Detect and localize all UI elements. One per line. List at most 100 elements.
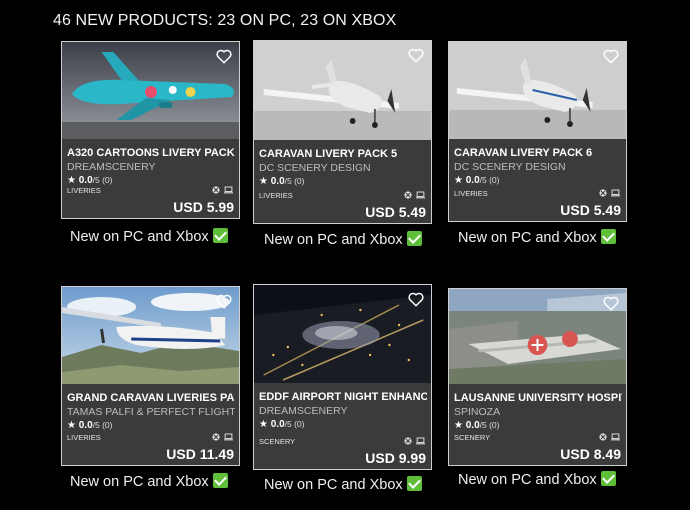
rating-value: 0.0 <box>465 420 480 431</box>
new-on-pc-xbox-caption: New on PC and Xbox <box>264 476 422 493</box>
new-on-pc-xbox-caption: New on PC and Xbox <box>70 228 228 245</box>
rating-max: /5 (0) <box>284 419 305 429</box>
pc-icon <box>416 437 425 445</box>
xbox-icon <box>599 433 607 441</box>
wishlist-heart-icon[interactable] <box>602 294 620 312</box>
check-icon <box>212 473 228 488</box>
rating-max: /5 (0) <box>92 175 113 185</box>
product-title: A320 CARTOONS LIVERY PACK <box>67 147 235 159</box>
product-category: SCENERY <box>259 437 296 446</box>
product-creator: DC SCENERY DESIGN <box>454 161 566 173</box>
check-icon <box>600 229 616 244</box>
product-creator: TAMAS PALFI & PERFECT FLIGHT <box>67 406 235 418</box>
new-on-pc-xbox-caption: New on PC and Xbox <box>264 231 422 248</box>
xbox-icon <box>404 437 412 445</box>
check-icon <box>212 228 228 243</box>
xbox-icon <box>599 189 607 197</box>
product-thumbnail <box>62 42 239 141</box>
product-info: GRAND CARAVAN LIVERIES PACK TAMAS PALFI … <box>62 384 239 465</box>
rating-value: 0.0 <box>270 419 285 430</box>
star-icon: ★ <box>67 420 76 431</box>
product-title: CARAVAN LIVERY PACK 6 <box>454 147 593 159</box>
product-card[interactable]: CARAVAN LIVERY PACK 5 DC SCENERY DESIGN … <box>253 40 432 224</box>
product-info: EDDF AIRPORT NIGHT ENHANCED DREAMSCENERY… <box>254 383 431 469</box>
star-icon: ★ <box>259 419 268 430</box>
caption-text: New on PC and Xbox <box>458 230 597 246</box>
product-title: GRAND CARAVAN LIVERIES PACK <box>67 392 235 404</box>
product-price: USD 11.49 <box>166 446 234 462</box>
rating-max: /5 (0) <box>92 420 113 430</box>
product-card[interactable]: A320 CARTOONS LIVERY PACK DREAMSCENERY ★… <box>61 41 240 219</box>
pc-icon <box>224 186 233 194</box>
product-title: EDDF AIRPORT NIGHT ENHANCED <box>259 391 427 403</box>
rating-max: /5 (0) <box>284 176 305 186</box>
product-category: LIVERIES <box>259 191 293 200</box>
wishlist-heart-icon[interactable] <box>407 290 425 308</box>
wishlist-heart-icon[interactable] <box>407 46 425 64</box>
pc-icon <box>611 189 620 197</box>
product-card[interactable]: GRAND CARAVAN LIVERIES PACK TAMAS PALFI … <box>61 286 240 466</box>
pc-icon <box>611 433 620 441</box>
product-creator: SPINOZA <box>454 406 501 418</box>
product-rating: ★ 0.0/5 (0) <box>259 176 305 187</box>
check-icon <box>406 231 422 246</box>
xbox-icon <box>404 191 412 199</box>
product-title: CARAVAN LIVERY PACK 5 <box>259 148 398 160</box>
new-on-pc-xbox-caption: New on PC and Xbox <box>458 471 616 488</box>
wishlist-heart-icon[interactable] <box>602 47 620 65</box>
platform-icons <box>599 433 620 441</box>
star-icon: ★ <box>454 175 463 186</box>
xbox-icon <box>212 433 220 441</box>
rating-value: 0.0 <box>465 175 480 186</box>
product-card[interactable]: CARAVAN LIVERY PACK 6 DC SCENERY DESIGN … <box>448 41 627 222</box>
product-info: CARAVAN LIVERY PACK 5 DC SCENERY DESIGN … <box>254 140 431 223</box>
wishlist-heart-icon[interactable] <box>215 292 233 310</box>
product-creator: DREAMSCENERY <box>259 405 348 417</box>
page-title: 46 NEW PRODUCTS: 23 ON PC, 23 ON XBOX <box>53 12 397 29</box>
product-rating: ★ 0.0/5 (0) <box>259 419 305 430</box>
platform-icons <box>599 189 620 197</box>
platform-icons <box>212 433 233 441</box>
product-thumbnail <box>449 42 626 141</box>
product-price: USD 8.49 <box>560 446 621 462</box>
new-on-pc-xbox-caption: New on PC and Xbox <box>70 473 228 490</box>
product-price: USD 5.49 <box>365 204 426 220</box>
product-info: CARAVAN LIVERY PACK 6 DC SCENERY DESIGN … <box>449 139 626 221</box>
product-category: LIVERIES <box>67 186 101 195</box>
product-card[interactable]: EDDF AIRPORT NIGHT ENHANCED DREAMSCENERY… <box>253 284 432 470</box>
platform-icons <box>404 437 425 445</box>
rating-value: 0.0 <box>270 176 285 187</box>
product-price: USD 5.49 <box>560 202 621 218</box>
product-creator: DREAMSCENERY <box>67 161 156 173</box>
new-on-pc-xbox-caption: New on PC and Xbox <box>458 229 616 246</box>
product-rating: ★ 0.0/5 (0) <box>67 175 113 186</box>
product-rating: ★ 0.0/5 (0) <box>454 420 500 431</box>
check-icon <box>406 476 422 491</box>
product-price: USD 9.99 <box>365 450 426 466</box>
caption-text: New on PC and Xbox <box>70 229 209 245</box>
caption-text: New on PC and Xbox <box>70 474 209 490</box>
caption-text: New on PC and Xbox <box>264 232 403 248</box>
product-info: A320 CARTOONS LIVERY PACK DREAMSCENERY ★… <box>62 139 239 218</box>
product-rating: ★ 0.0/5 (0) <box>67 420 113 431</box>
product-card[interactable]: LAUSANNE UNIVERSITY HOSPITAL SPINOZA ★ 0… <box>448 288 627 466</box>
rating-value: 0.0 <box>78 420 93 431</box>
xbox-icon <box>212 186 220 194</box>
product-creator: DC SCENERY DESIGN <box>259 162 371 174</box>
star-icon: ★ <box>454 420 463 431</box>
rating-value: 0.0 <box>78 175 93 186</box>
pc-icon <box>224 433 233 441</box>
product-category: LIVERIES <box>67 433 101 442</box>
rating-max: /5 (0) <box>479 175 500 185</box>
pc-icon <box>416 191 425 199</box>
platform-icons <box>404 191 425 199</box>
star-icon: ★ <box>259 176 268 187</box>
wishlist-heart-icon[interactable] <box>215 47 233 65</box>
caption-text: New on PC and Xbox <box>458 472 597 488</box>
product-thumbnail <box>254 41 431 142</box>
product-price: USD 5.99 <box>173 199 234 215</box>
product-category: LIVERIES <box>454 189 488 198</box>
product-category: SCENERY <box>454 433 491 442</box>
check-icon <box>600 471 616 486</box>
caption-text: New on PC and Xbox <box>264 477 403 493</box>
